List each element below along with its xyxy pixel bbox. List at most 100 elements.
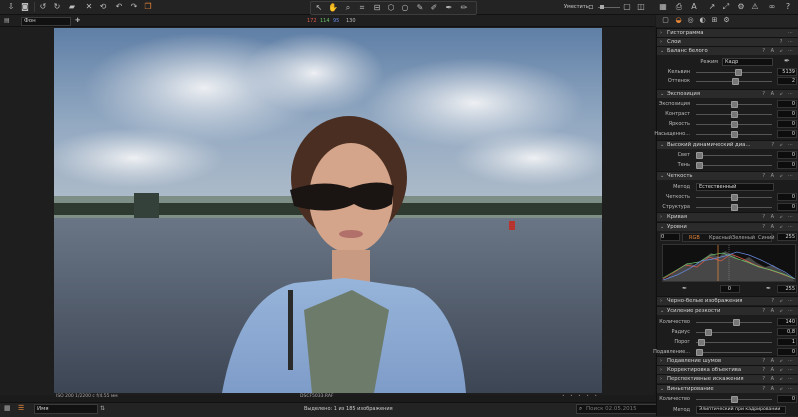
undo-icon[interactable]: ↶ (114, 2, 124, 12)
layout-grid-icon[interactable]: ▦ (658, 2, 668, 12)
keystone-icon[interactable]: ⬡ (386, 3, 396, 13)
section-black-white[interactable]: › Черно-белые изображения ? ⤶ ⋯ (657, 296, 798, 305)
sharpen-threshold-value[interactable]: 1 (777, 338, 797, 346)
spot-removal-icon[interactable]: ○ (400, 3, 410, 13)
glasses-icon[interactable]: ∞ (767, 2, 777, 12)
section-sharpening[interactable]: ⌄ Усиление резкости ? A ⤶ ⋯ (657, 306, 798, 315)
shadow-value[interactable]: 0 (777, 161, 797, 169)
channel-blue-tab[interactable]: Синий (758, 235, 775, 241)
exposure-knob[interactable] (731, 101, 738, 108)
tab-color-icon[interactable]: ◐ (698, 16, 707, 25)
zoom-slider-knob[interactable] (600, 5, 604, 9)
saturation-knob[interactable] (731, 131, 738, 138)
section-hdr[interactable]: ⌄ Высокий динамический диа... ? ⤶ ⋯ (657, 140, 798, 149)
layers-icon[interactable]: ▤ (4, 17, 10, 24)
rating-stars[interactable]: • • • • • (562, 394, 599, 399)
section-controls[interactable]: ? A ⤶ ⋯ (762, 375, 795, 383)
highlight-slider[interactable] (696, 155, 772, 156)
undo-all-icon[interactable]: ⟲ (98, 2, 108, 12)
shadow-knob[interactable] (696, 162, 703, 169)
tab-lens-icon[interactable]: ◎ (686, 16, 695, 25)
sharpen-amount-knob[interactable] (733, 319, 740, 326)
clarity-method-select[interactable]: Естественный (696, 183, 774, 191)
section-controls[interactable]: ? A ⤶ ⋯ (762, 357, 795, 365)
color-picker-icon[interactable]: ✒ (444, 3, 454, 13)
section-menu-icon[interactable]: ? ⋯ (780, 38, 795, 46)
help-icon[interactable]: ? (783, 2, 793, 12)
sharpen-threshold-slider[interactable] (696, 342, 772, 343)
brightness-value[interactable]: 0 (777, 120, 797, 128)
tint-value[interactable]: 2 (777, 77, 797, 85)
sharpen-amount-value[interactable]: 140 (777, 318, 797, 326)
wb-picker-icon[interactable]: ✒ (784, 57, 790, 65)
compare-icon[interactable]: ◫ (636, 2, 646, 12)
section-controls[interactable]: ? A ⤶ ⋯ (762, 366, 795, 374)
section-histogram[interactable]: › Гистограмма ⋯ (657, 28, 798, 37)
camera-icon[interactable]: ◙ (20, 2, 30, 12)
section-controls[interactable]: ? A ⤶ ⋯ (762, 307, 795, 315)
levels-low-value[interactable]: 0 (660, 233, 680, 241)
sort-select[interactable]: Имя (34, 404, 98, 414)
section-menu-icon[interactable]: ⋯ (788, 29, 795, 37)
preset-select[interactable]: Фон (21, 17, 71, 26)
channel-rgb-tab[interactable]: RGB (689, 235, 700, 241)
section-controls[interactable]: ? A ⤶ ⋯ (762, 172, 795, 180)
highlight-value[interactable]: 0 (777, 151, 797, 159)
brightness-knob[interactable] (731, 121, 738, 128)
shadow-slider[interactable] (696, 165, 772, 166)
section-noise-reduction[interactable]: › Подавление шумов ? A ⤶ ⋯ (657, 356, 798, 365)
brush-icon[interactable]: ✎ (415, 3, 425, 13)
black-point-picker-icon[interactable]: ✒ (682, 285, 687, 292)
zoom-out-icon[interactable]: ▫ (586, 2, 596, 12)
levels-right-value[interactable]: 255 (777, 285, 797, 293)
section-controls[interactable]: ? ⤶ ⋯ (771, 297, 795, 305)
print-icon[interactable]: ⎙ (674, 2, 684, 12)
erase-mask-icon[interactable]: ✐ (429, 3, 439, 13)
levels-high-value[interactable]: 255 (777, 233, 797, 241)
export-icon[interactable]: ↗ (707, 2, 717, 12)
text-icon[interactable]: A (689, 2, 699, 12)
sharpen-threshold-knob[interactable] (698, 339, 705, 346)
sort-direction-icon[interactable]: ⇅ (100, 405, 105, 412)
sharpen-radius-value[interactable]: 0,8 (777, 328, 797, 336)
tint-knob[interactable] (732, 78, 739, 85)
clarity-value[interactable]: 0 (777, 193, 797, 201)
tab-exposure-icon[interactable]: ◒ (674, 16, 683, 25)
highlight-knob[interactable] (696, 152, 703, 159)
pan-hand-icon[interactable]: ✋ (328, 3, 338, 13)
pointer-icon[interactable]: ↖ (314, 3, 324, 13)
kelvin-slider[interactable] (696, 72, 772, 73)
share-icon[interactable]: ⤢ (721, 2, 731, 12)
white-point-picker-icon[interactable]: ✒ (766, 285, 771, 292)
wb-mode-select[interactable]: Кадр (722, 58, 773, 66)
section-vignetting[interactable]: ⌄ Виньетирование ? A ⤶ ⋯ (657, 384, 798, 393)
section-controls[interactable]: ? A ⤶ ⋯ (762, 47, 795, 55)
saturation-value[interactable]: 0 (777, 130, 797, 138)
rotate-left-icon[interactable]: ↺ (38, 2, 48, 12)
levels-mid-value[interactable]: 0 (720, 285, 740, 293)
vignette-amount-value[interactable]: 0 (777, 395, 797, 403)
vignette-amount-knob[interactable] (731, 396, 738, 403)
cursor-plus-icon[interactable]: ✚ (75, 17, 80, 24)
annotate-icon[interactable]: ✏ (459, 3, 469, 13)
section-controls[interactable]: ? A ⤶ ⋯ (762, 223, 795, 231)
straighten-icon[interactable]: ⊟ (372, 3, 382, 13)
process-icon[interactable]: ⚙ (736, 2, 746, 12)
variants-icon[interactable]: ❐ (143, 2, 153, 12)
halo-suppression-slider[interactable] (696, 352, 772, 353)
tab-library-icon[interactable]: ▢ (661, 16, 670, 25)
rotate-right-icon[interactable]: ↻ (52, 2, 62, 12)
zoom-in-icon[interactable]: ▢ (622, 2, 632, 12)
import-icon[interactable]: ⇩ (6, 2, 16, 12)
tab-metadata-icon[interactable]: ⚙ (722, 16, 731, 25)
section-white-balance[interactable]: ⌄ Баланс белого ? A ⤶ ⋯ (657, 46, 798, 55)
delete-icon[interactable]: ✕ (84, 2, 94, 12)
contrast-knob[interactable] (731, 111, 738, 118)
section-controls[interactable]: ? ⤶ ⋯ (771, 141, 795, 149)
contrast-value[interactable]: 0 (777, 110, 797, 118)
redo-icon[interactable]: ↷ (129, 2, 139, 12)
photo-preview[interactable] (54, 28, 602, 393)
halo-suppression-knob[interactable] (696, 349, 703, 356)
levels-histogram[interactable] (662, 244, 796, 282)
exposure-value[interactable]: 0 (777, 100, 797, 108)
